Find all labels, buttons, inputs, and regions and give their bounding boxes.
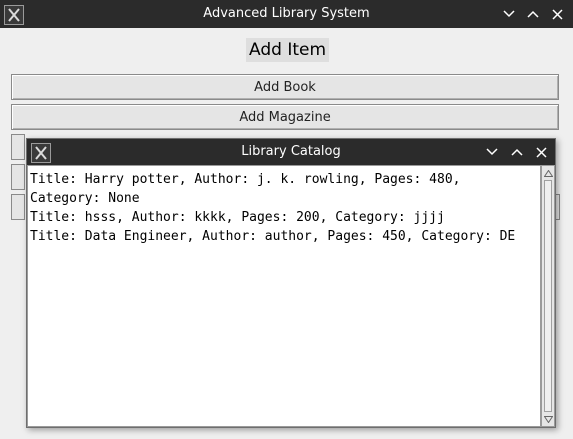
close-button[interactable]	[530, 139, 552, 165]
minimize-button[interactable]	[498, 0, 520, 28]
close-icon	[551, 8, 563, 20]
add-book-button[interactable]: Add Book	[11, 74, 559, 100]
catalog-line: Title: Data Engineer, Author: author, Pa…	[30, 229, 516, 244]
hidden-button-edge[interactable]	[11, 134, 25, 160]
triangle-down-icon	[543, 415, 553, 423]
minimize-button[interactable]	[481, 139, 503, 165]
scroll-thumb[interactable]	[544, 180, 552, 412]
hidden-button-edge[interactable]	[11, 164, 25, 190]
vertical-scrollbar[interactable]	[541, 165, 555, 427]
catalog-text-area[interactable]: Title: Harry potter, Author: j. k. rowli…	[27, 165, 541, 427]
catalog-line: Category: None	[30, 191, 140, 206]
hidden-button-edge[interactable]	[11, 194, 25, 220]
add-magazine-button[interactable]: Add Magazine	[11, 104, 559, 130]
chevron-down-icon	[486, 148, 498, 156]
chevron-down-icon	[503, 10, 515, 18]
catalog-window-title: Library Catalog	[241, 144, 341, 159]
catalog-window-titlebar[interactable]: Library Catalog	[27, 139, 555, 165]
close-button[interactable]	[546, 0, 568, 28]
scroll-up-arrow[interactable]	[542, 167, 554, 179]
close-icon	[535, 146, 547, 158]
add-item-heading: Add Item	[246, 38, 330, 62]
triangle-up-icon	[543, 169, 553, 177]
chevron-up-icon	[527, 10, 539, 18]
window-title: Advanced Library System	[203, 6, 370, 21]
main-window-titlebar[interactable]: Advanced Library System	[0, 0, 573, 28]
library-catalog-window: Library Catalog Title: Harry potter, Aut…	[26, 138, 556, 428]
chevron-up-icon	[511, 148, 523, 156]
catalog-line: Title: Harry potter, Author: j. k. rowli…	[30, 172, 461, 187]
maximize-button[interactable]	[506, 139, 528, 165]
catalog-line: Title: hsss, Author: kkkk, Pages: 200, C…	[30, 210, 445, 225]
scroll-down-arrow[interactable]	[542, 413, 554, 425]
maximize-button[interactable]	[522, 0, 544, 28]
